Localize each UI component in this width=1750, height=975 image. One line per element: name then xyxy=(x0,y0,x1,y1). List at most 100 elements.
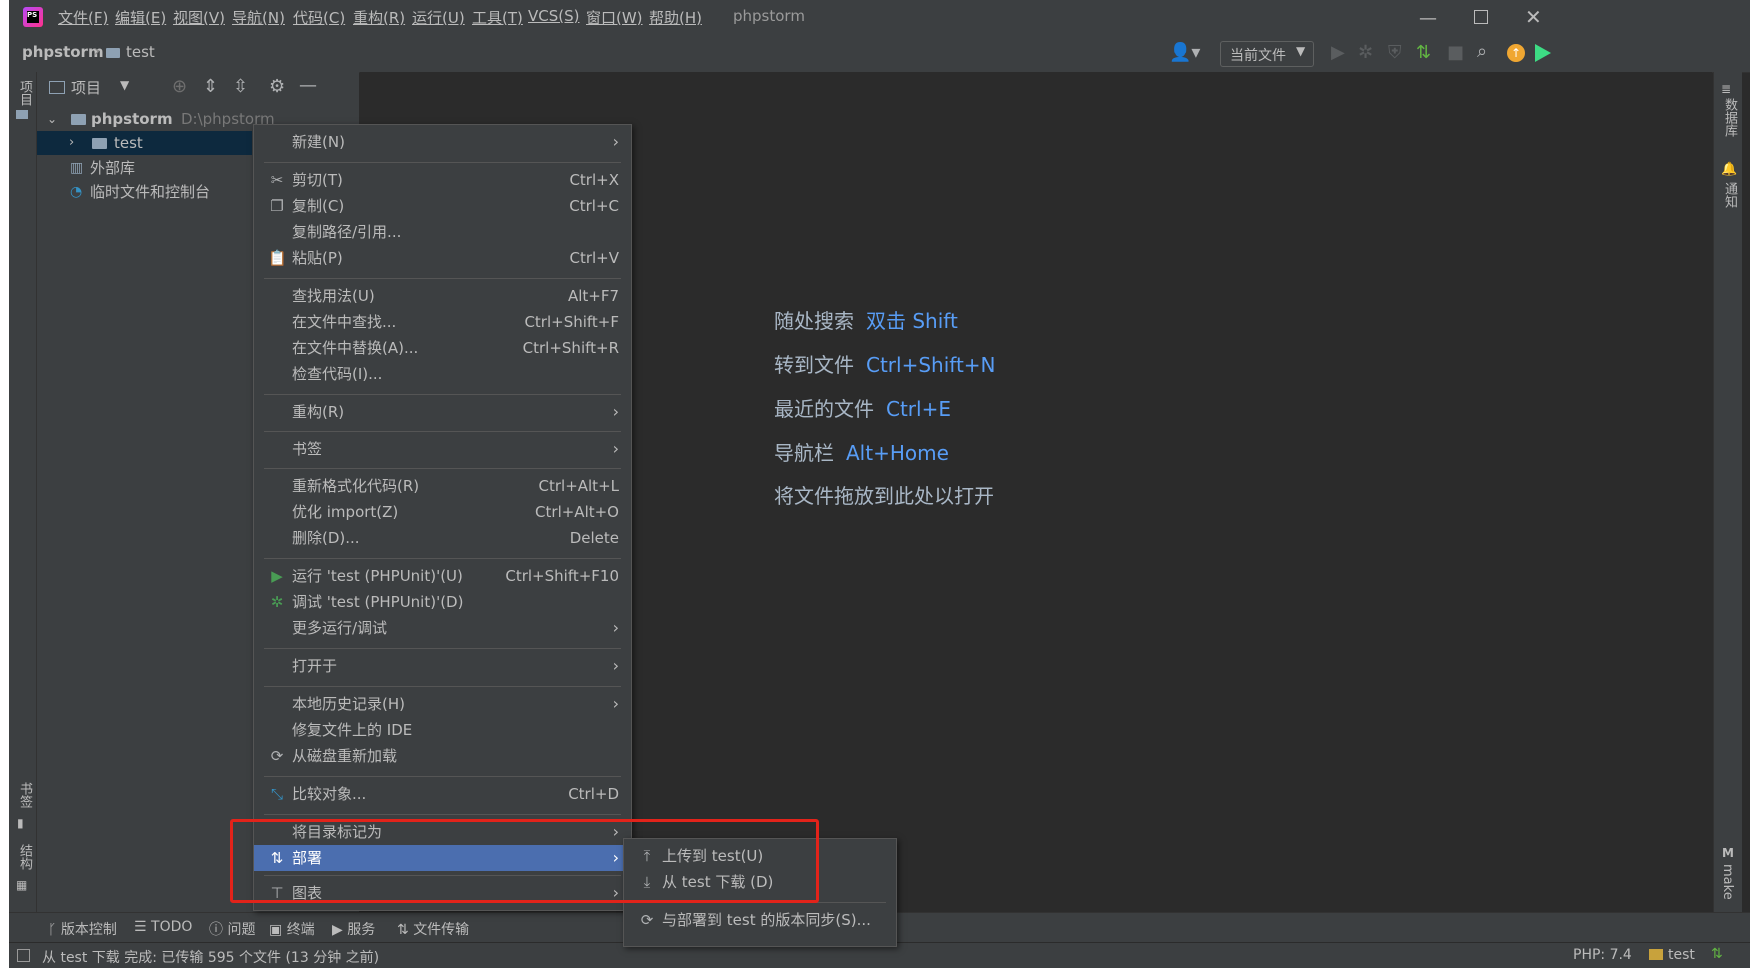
chevron-right-icon: › xyxy=(612,656,619,675)
separator xyxy=(264,814,621,815)
menu-find-in-files[interactable]: 在文件中查找... Ctrl+Shift+F xyxy=(254,309,631,335)
menu-view[interactable]: 视图(V) xyxy=(173,7,225,28)
tab-file-transfer[interactable]: ⇅ 文件传输 xyxy=(397,919,469,939)
menu-inspect-code[interactable]: 检查代码(I)... xyxy=(254,361,631,387)
menu-repair-ide[interactable]: 修复文件上的 IDE xyxy=(254,717,631,743)
menu-reload-from-disk[interactable]: ⟳ 从磁盘重新加载 xyxy=(254,743,631,769)
run-icon: ▶ xyxy=(271,567,283,585)
separator xyxy=(264,394,621,395)
menu-edit[interactable]: 编辑(E) xyxy=(115,7,166,28)
menu-file[interactable]: 文件(F) xyxy=(58,7,108,28)
chevron-down-icon[interactable]: ▼ xyxy=(120,78,129,92)
user-icon[interactable]: 👤▾ xyxy=(1169,43,1200,63)
separator xyxy=(264,686,621,687)
folder-icon xyxy=(16,110,28,119)
chevron-right-icon: › xyxy=(612,439,619,458)
tab-services[interactable]: ▶ 服务 xyxy=(332,919,375,939)
minimize-icon[interactable]: — xyxy=(1419,8,1437,29)
menu-debug-tests[interactable]: ✲ 调试 'test (PHPUnit)'(D) xyxy=(254,589,631,615)
chevron-right-icon: › xyxy=(69,135,75,150)
menu-sync-with-deployed[interactable]: ⟳ 与部署到 test 的版本同步(S)... xyxy=(624,907,896,933)
menu-compare-with[interactable]: ⤡ 比较对象... Ctrl+D xyxy=(254,781,631,807)
compare-icon: ⤡ xyxy=(270,785,283,803)
status-message[interactable]: 从 test 下载 完成: 已传输 595 个文件 (13 分钟 之前) xyxy=(42,947,379,967)
project-panel-header: 项目 ▼ ⊕ ⇕ ⇳ ⚙ — xyxy=(37,72,359,102)
tree-item-label: 临时文件和控制台 xyxy=(90,183,211,201)
make-tool-tab[interactable]: make xyxy=(1720,864,1735,900)
menu-open-in[interactable]: 打开于 › xyxy=(254,653,631,679)
menu-tools[interactable]: 工具(T) xyxy=(472,7,523,28)
breadcrumb-project[interactable]: phpstorm xyxy=(22,43,104,61)
tab-terminal[interactable]: ▣ 终端 xyxy=(269,919,315,939)
maximize-icon[interactable] xyxy=(1474,10,1488,24)
title-bar: PS 文件(F) 编辑(E) 视图(V) 导航(N) 代码(C) 重构(R) 运… xyxy=(9,0,1750,36)
sync-icon[interactable]: ⇅ xyxy=(1711,946,1723,962)
menu-copy-path[interactable]: 复制路径/引用... xyxy=(254,219,631,245)
tab-version-control[interactable]: ᚴ 版本控制 xyxy=(48,919,117,939)
tab-problems[interactable]: ⓘ 问题 xyxy=(209,919,255,939)
menu-copy[interactable]: ❐ 复制(C) Ctrl+C xyxy=(254,193,631,219)
layout-icon[interactable] xyxy=(17,949,30,962)
breadcrumb-folder[interactable]: test xyxy=(126,43,155,61)
breadcrumb-separator-icon: › xyxy=(94,42,100,60)
menu-vcs[interactable]: VCS(S) xyxy=(528,7,579,25)
notifications-tool-tab[interactable]: 通知 xyxy=(1720,182,1739,208)
jetbrains-icon[interactable] xyxy=(1535,44,1551,62)
menu-refactor[interactable]: 重构(R) xyxy=(353,7,405,28)
deployment-server[interactable]: test xyxy=(1668,947,1695,963)
menu-help[interactable]: 帮助(H) xyxy=(649,7,702,28)
stop-icon[interactable]: ■ xyxy=(1447,43,1464,63)
menu-new[interactable]: 新建(N) › xyxy=(254,129,631,155)
menu-refactor[interactable]: 重构(R) › xyxy=(254,399,631,425)
menu-cut[interactable]: ✂ 剪切(T) Ctrl+X xyxy=(254,167,631,193)
locate-icon[interactable]: ⊕ xyxy=(172,77,187,97)
make-icon: M xyxy=(1722,846,1734,860)
structure-icon: ▦ xyxy=(16,878,28,892)
menu-find-usages[interactable]: 查找用法(U) Alt+F7 xyxy=(254,283,631,309)
highlight-box xyxy=(230,819,819,903)
menu-replace-in-files[interactable]: 在文件中替换(A)... Ctrl+Shift+R xyxy=(254,335,631,361)
project-view-icon xyxy=(49,81,65,94)
folder-icon xyxy=(71,114,86,125)
php-version[interactable]: PHP: 7.4 xyxy=(1573,947,1632,963)
tab-todo[interactable]: ☰ TODO xyxy=(134,919,192,935)
list-icon: ☰ xyxy=(134,919,152,935)
hide-icon[interactable]: — xyxy=(299,76,317,96)
project-panel-title[interactable]: 项目 xyxy=(71,77,101,98)
run-icon[interactable]: ▶ xyxy=(1331,43,1345,63)
coverage-icon[interactable]: ⛨ xyxy=(1388,43,1402,63)
menu-paste[interactable]: 📋 粘贴(P) Ctrl+V xyxy=(254,245,631,271)
menu-bookmarks[interactable]: 书签 › xyxy=(254,436,631,462)
menu-run[interactable]: 运行(U) xyxy=(412,7,465,28)
menu-navigate[interactable]: 导航(N) xyxy=(232,7,285,28)
expand-all-icon[interactable]: ⇕ xyxy=(203,77,218,97)
debug-icon[interactable]: ✲ xyxy=(1358,43,1373,63)
project-root-name: phpstorm xyxy=(91,110,173,128)
search-icon[interactable]: ⌕ xyxy=(1477,42,1487,62)
collapse-all-icon[interactable]: ⇳ xyxy=(233,77,248,97)
info-icon: ⓘ xyxy=(209,922,228,938)
project-tool-tab[interactable]: 项目 xyxy=(15,80,34,106)
services-icon: ▶ xyxy=(332,922,348,938)
menu-code[interactable]: 代码(C) xyxy=(293,7,345,28)
menu-more-run[interactable]: 更多运行/调试 › xyxy=(254,615,631,641)
bookmarks-tool-tab[interactable]: 书签 xyxy=(15,782,34,808)
menu-reformat-code[interactable]: 重新格式化代码(R) Ctrl+Alt+L xyxy=(254,473,631,499)
phpstorm-logo-icon: PS xyxy=(23,7,43,27)
separator xyxy=(264,468,621,469)
close-icon[interactable]: ✕ xyxy=(1525,5,1542,29)
update-icon[interactable]: ↑ xyxy=(1507,44,1525,62)
database-tool-tab[interactable]: 数据库 xyxy=(1720,98,1739,137)
menu-window[interactable]: 窗口(W) xyxy=(586,7,643,28)
separator xyxy=(264,278,621,279)
hint-navigation-bar: 导航栏 Alt+Home xyxy=(774,441,949,465)
sftp-icon[interactable]: ⇅ xyxy=(1416,43,1431,63)
menu-optimize-imports[interactable]: 优化 import(Z) Ctrl+Alt+O xyxy=(254,499,631,525)
tree-item-test[interactable]: › test xyxy=(37,131,252,155)
menu-delete[interactable]: 删除(D)... Delete xyxy=(254,525,631,551)
menu-run-tests[interactable]: ▶ 运行 'test (PHPUnit)'(U) Ctrl+Shift+F10 xyxy=(254,563,631,589)
run-config-dropdown[interactable]: 当前文件 ▼ xyxy=(1220,41,1314,67)
gear-icon[interactable]: ⚙ xyxy=(269,77,285,97)
menu-local-history[interactable]: 本地历史记录(H) › xyxy=(254,691,631,717)
structure-tool-tab[interactable]: 结构 xyxy=(15,844,34,870)
